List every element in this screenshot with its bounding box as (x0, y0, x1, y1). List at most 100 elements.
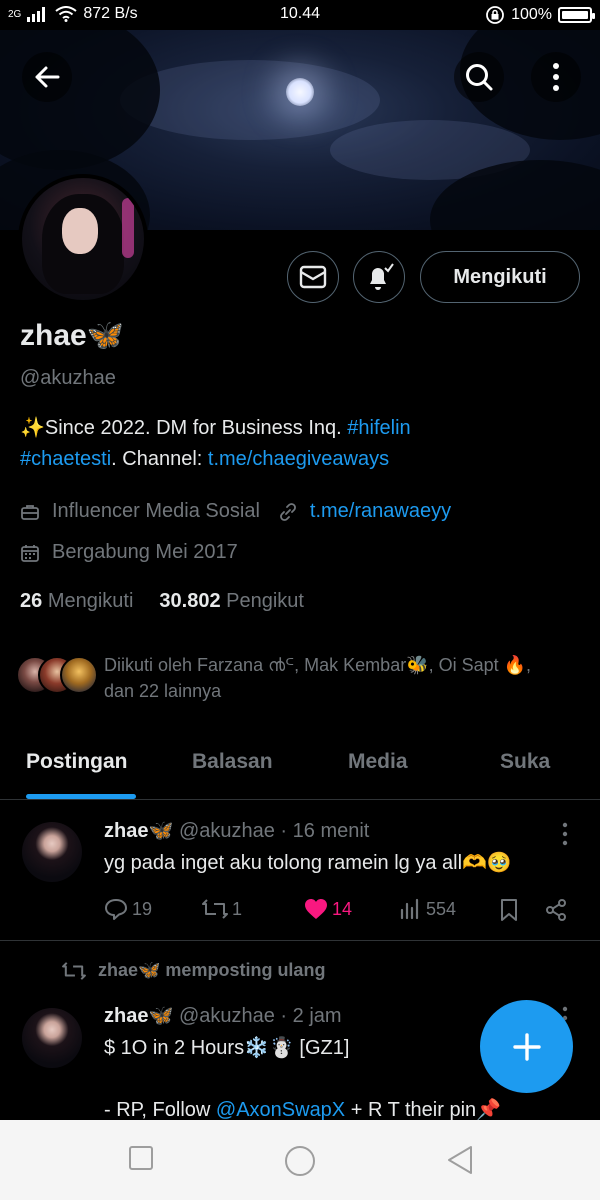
tab-replies[interactable]: Balasan (192, 750, 273, 774)
profile-meta-row: Influencer Media Sosial t.me/ranawaeyy (20, 500, 451, 523)
post-avatar[interactable] (22, 822, 82, 882)
banner-moon (286, 78, 314, 106)
mail-icon (299, 265, 327, 289)
followers-count: 30.802 (159, 590, 221, 612)
followers-label: Pengikut (226, 590, 304, 612)
recents-button[interactable] (128, 1145, 154, 1176)
analytics-icon (400, 898, 419, 920)
bio-text: . Channel: (111, 448, 208, 470)
mutual-avatar (60, 656, 98, 694)
post-text-segment: - RP, Follow (104, 1099, 216, 1121)
search-button[interactable] (454, 52, 504, 102)
calendar-icon (21, 544, 39, 562)
post-text-segment: + R T their pin📌 (345, 1099, 502, 1121)
mutual-followers-line: dan 22 lainnya (104, 681, 222, 701)
back-arrow-icon (35, 66, 60, 88)
active-tab-indicator (26, 794, 136, 799)
battery-icon (558, 7, 595, 23)
reply-icon (105, 899, 127, 920)
system-back-button[interactable] (446, 1145, 474, 1180)
status-bar: 2G 872 B/s 10.44 100% (0, 0, 600, 30)
following-count: 26 (20, 590, 43, 612)
message-button[interactable] (287, 251, 339, 303)
compose-post-button[interactable] (480, 1000, 573, 1093)
avatar-face (62, 208, 98, 254)
bookmark-button[interactable] (499, 898, 519, 922)
more-vertical-icon (553, 63, 559, 91)
following-button[interactable]: Mengikuti (420, 251, 580, 303)
link-icon (279, 502, 296, 521)
share-button[interactable] (544, 898, 568, 922)
view-count: 554 (426, 898, 457, 919)
share-icon (546, 899, 566, 921)
post-mention[interactable]: @AxonSwapX (216, 1099, 345, 1121)
follow-counts: 26 Mengikuti 30.802 Pengikut (20, 590, 304, 613)
following-count-link[interactable]: 26 Mengikuti (20, 590, 133, 613)
profile-handle: @akuzhae (20, 367, 116, 389)
profile-avatar[interactable] (18, 174, 148, 304)
post-more-button[interactable] (560, 822, 570, 846)
home-button[interactable] (284, 1145, 316, 1182)
bookmark-icon (501, 899, 517, 921)
following-label: Mengikuti (47, 590, 134, 612)
views-button[interactable]: 554 (400, 898, 456, 920)
status-right: 100% (485, 5, 595, 25)
profile-bio: ✨Since 2022. DM for Business Inq. #hifel… (20, 413, 580, 475)
circle-icon (285, 1146, 315, 1176)
avatar-image (22, 178, 144, 300)
repost-button[interactable]: 1 (202, 898, 242, 920)
post-header: zhae🦋 @akuzhae · 16 menit (104, 818, 369, 843)
repost-icon (202, 899, 228, 919)
square-icon (129, 1146, 153, 1170)
post-avatar[interactable] (22, 1008, 82, 1068)
heart-filled-icon (305, 899, 327, 919)
followers-you-know[interactable]: Diikuti oleh Farzana ൯ᒼ, Mak Kembar🐝, Oi… (16, 652, 574, 704)
lock-rotation-icon (486, 6, 504, 24)
profile-tabs: Postingan Balasan Media Suka (0, 740, 600, 800)
profile-website[interactable]: t.me/ranawaeyy (310, 500, 451, 523)
post-text: yg pada inget aku tolong ramein lg ya al… (104, 852, 512, 874)
bio-link[interactable]: t.me/chaegiveaways (208, 448, 389, 470)
more-options-button[interactable] (531, 52, 581, 102)
repost-icon (62, 961, 86, 980)
like-button[interactable]: 14 (304, 898, 352, 920)
system-navigation-bar (0, 1120, 600, 1200)
plus-icon (512, 1032, 541, 1061)
repost-indicator[interactable]: zhae🦋 memposting ulang (62, 960, 325, 981)
reply-count: 19 (132, 898, 153, 919)
post-item[interactable]: zhae🦋 @akuzhae · 16 menit yg pada inget … (0, 800, 600, 940)
followers-count-link[interactable]: 30.802 Pengikut (159, 590, 304, 613)
post-time: · 16 menit (280, 820, 370, 842)
tab-media[interactable]: Media (348, 750, 408, 774)
post-author-name[interactable]: zhae🦋 (104, 820, 173, 842)
like-count: 14 (332, 898, 353, 919)
post-divider (0, 940, 600, 941)
mutual-avatars (16, 656, 100, 696)
tab-posts[interactable]: Postingan (26, 750, 128, 774)
search-icon (466, 64, 493, 91)
post-author-handle[interactable]: @akuzhae (179, 820, 275, 842)
mutual-followers-text: Diikuti oleh Farzana ൯ᒼ, Mak Kembar🐝, Oi… (104, 652, 574, 704)
briefcase-icon (21, 504, 39, 520)
profile-joined: Bergabung Mei 2017 (52, 541, 238, 563)
avatar-glow (122, 198, 134, 258)
bell-check-icon (370, 263, 394, 290)
profile-display-name: zhae🦋 (20, 319, 125, 352)
banner-tree (0, 30, 160, 170)
post-author-name[interactable]: zhae🦋 (104, 1005, 173, 1027)
reply-button[interactable]: 19 (104, 898, 152, 920)
mutual-followers-line: Diikuti oleh Farzana ൯ᒼ, Mak Kembar🐝, Oi… (104, 655, 532, 675)
post-author-handle[interactable]: @akuzhae (179, 1005, 275, 1027)
battery-fill (562, 11, 588, 19)
tab-likes[interactable]: Suka (500, 750, 550, 774)
profile-category: Influencer Media Sosial (52, 500, 260, 522)
post-time: · 2 jam (280, 1005, 342, 1027)
bio-hashtag[interactable]: #hifelin (347, 417, 410, 439)
bio-text: ✨Since 2022. DM for Business Inq. (20, 417, 348, 439)
bio-hashtag[interactable]: #chaetesti (20, 448, 111, 470)
battery-percent: 100% (511, 6, 552, 23)
repost-count: 1 (232, 898, 243, 919)
notification-button[interactable] (353, 251, 405, 303)
back-button[interactable] (22, 52, 72, 102)
profile-joined-row: Bergabung Mei 2017 (20, 541, 238, 564)
